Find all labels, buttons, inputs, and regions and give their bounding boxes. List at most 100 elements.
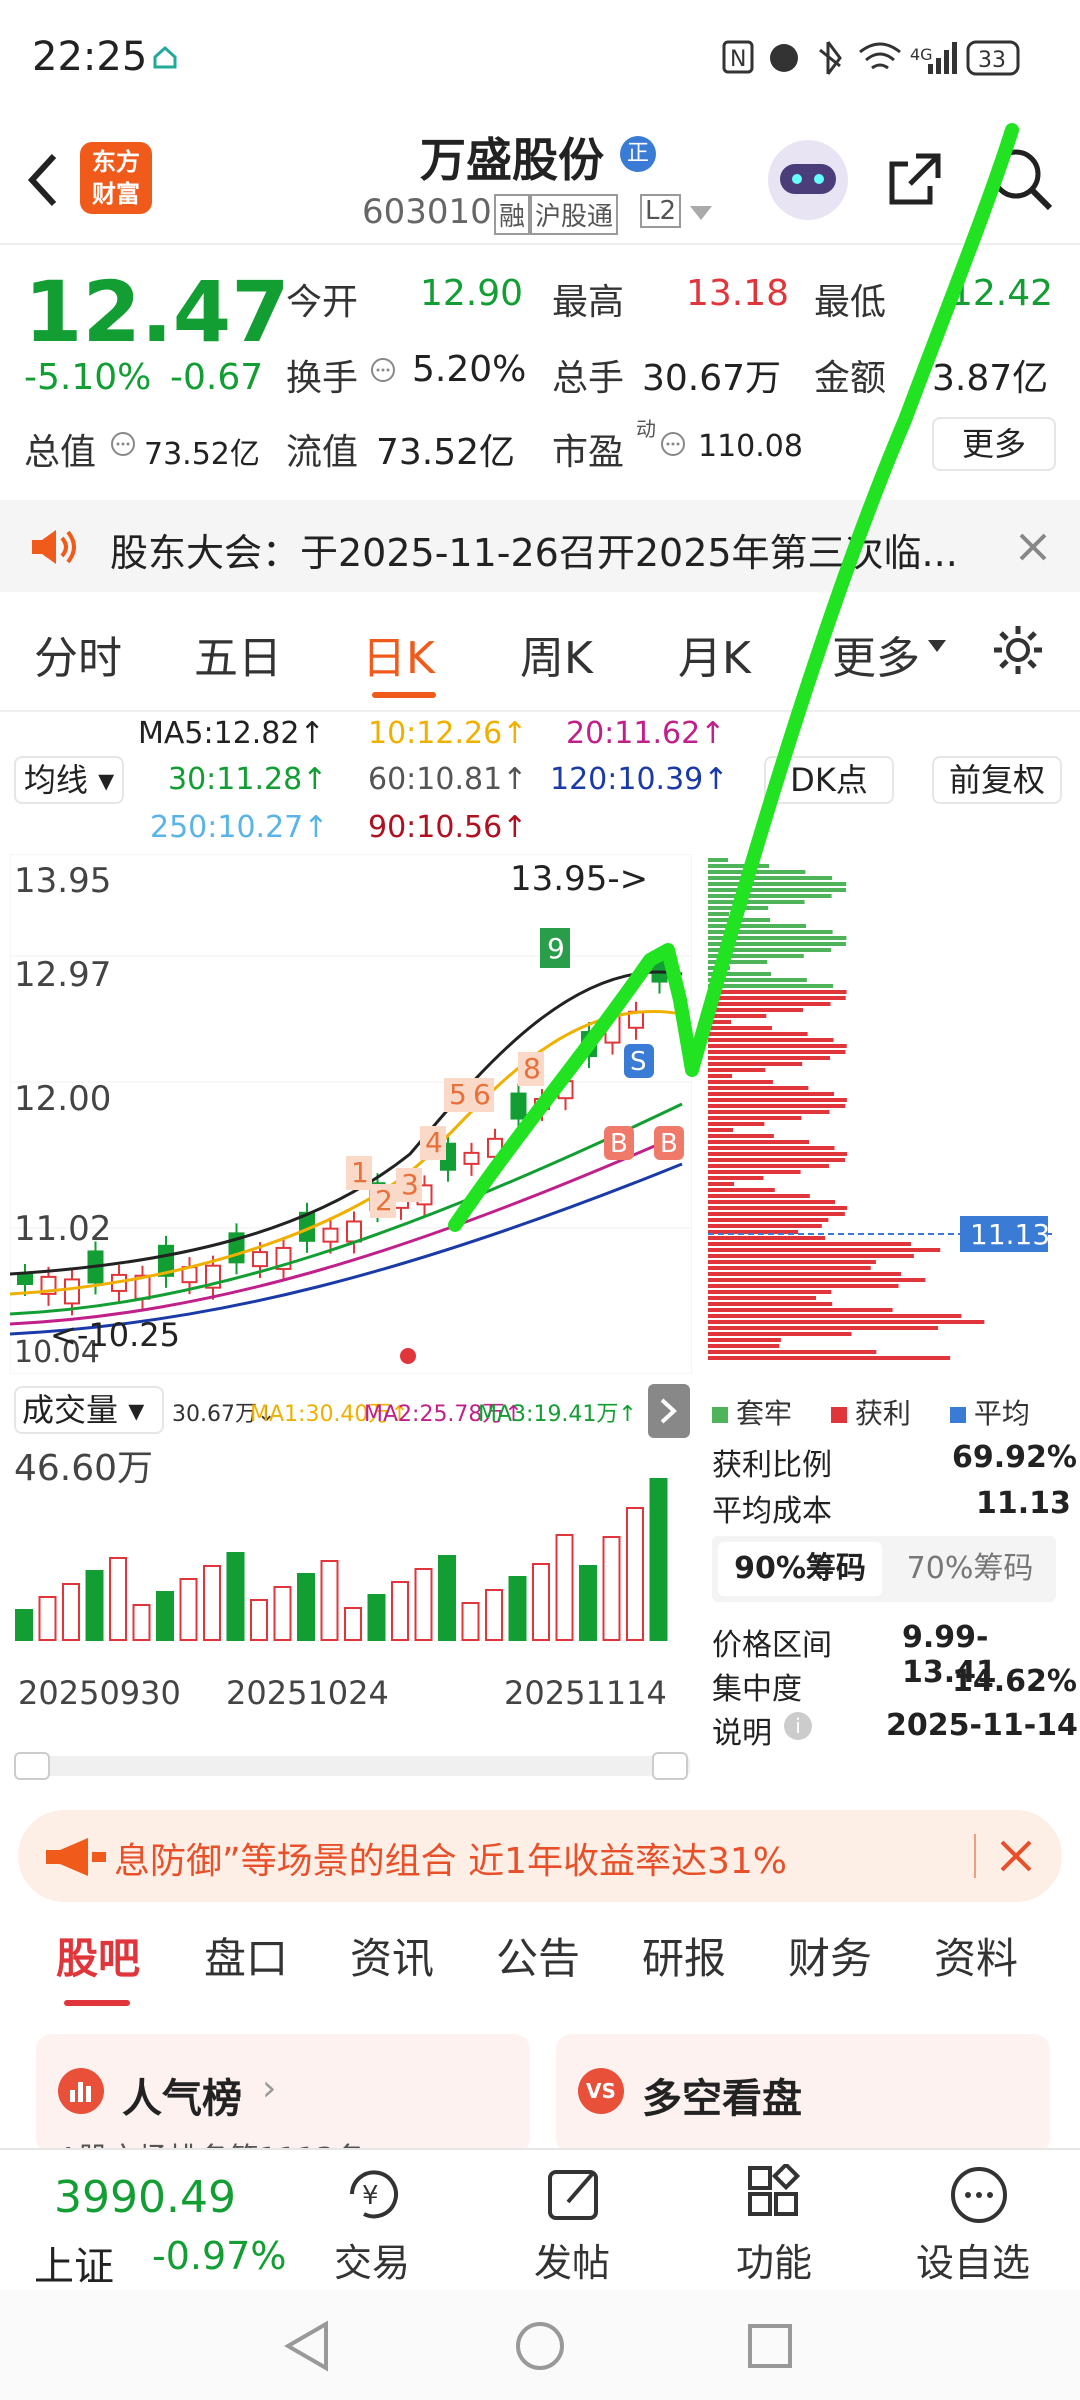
range-scrollbar[interactable] xyxy=(14,1752,690,1780)
chip-bar xyxy=(708,1026,772,1030)
chip-bar xyxy=(708,1092,835,1096)
recents-icon[interactable] xyxy=(746,2322,794,2370)
stock-name: 万盛股份 xyxy=(420,133,604,187)
caret-down-icon[interactable] xyxy=(928,640,946,652)
eastmoney-logo[interactable]: 东方 财富 xyxy=(80,142,152,214)
chip-bar xyxy=(708,1080,773,1084)
tab-profile[interactable]: 资料 xyxy=(934,1925,1018,1986)
volume-chart[interactable]: 46.60万 xyxy=(10,1440,692,1658)
nav-functions[interactable]: 功能 xyxy=(736,2232,812,2287)
ma-selector[interactable]: 均线 ▾ xyxy=(14,756,124,804)
period-tabs: 分时 五日 日K 周K 月K 更多 xyxy=(0,592,1080,712)
event-marker xyxy=(400,1348,416,1364)
kline-chart[interactable]: 13.95 12.97 12.00 11.02 10.04 13.95-> <-… xyxy=(10,854,692,1374)
notice-bar[interactable]: 股东大会：于2025-11-26召开2025年第三次临... xyxy=(0,500,1080,592)
chip-bar xyxy=(708,1068,766,1072)
nav-trade[interactable]: 交易 xyxy=(334,2232,410,2287)
adjust-button[interactable]: 前复权 xyxy=(932,756,1062,804)
info-icon[interactable] xyxy=(660,431,686,457)
volume-bar xyxy=(414,1568,433,1641)
dk-point-button[interactable]: DK点 xyxy=(764,756,894,804)
tab-finance[interactable]: 财务 xyxy=(788,1925,872,1986)
chip-bar xyxy=(708,1308,893,1312)
index-value[interactable]: 3990.49 xyxy=(54,2172,236,2223)
settings-icon[interactable] xyxy=(990,622,1046,678)
tab-research[interactable]: 研报 xyxy=(642,1925,726,1986)
popularity-card[interactable]: 人气榜 › A股市场排名第1113名 xyxy=(36,2034,530,2154)
chip-bar xyxy=(708,1236,826,1240)
ma10-value: 10:12.26↑ xyxy=(368,716,528,751)
more-button[interactable]: 更多 xyxy=(932,417,1056,471)
chip-bar xyxy=(708,1218,829,1222)
home-circle-icon[interactable] xyxy=(514,2320,566,2372)
chip-distribution[interactable]: 11.13 xyxy=(708,854,1052,1374)
tab-intraday[interactable]: 分时 xyxy=(34,622,122,686)
more-circle-icon[interactable] xyxy=(948,2164,1010,2226)
info-icon[interactable]: i xyxy=(784,1712,812,1740)
post-icon[interactable] xyxy=(544,2164,606,2226)
promo-banner[interactable]: 息防御”等场景的组合 近1年收益率达31% xyxy=(18,1810,1062,1902)
bull-bear-card[interactable]: VS 多空看盘 xyxy=(556,2034,1050,2154)
volume-bar xyxy=(367,1594,386,1641)
tab-more[interactable]: 更多 xyxy=(832,622,920,686)
chip-bar xyxy=(708,954,804,958)
chip-bar xyxy=(708,894,832,898)
chip-bar xyxy=(708,1266,871,1270)
range-handle-right[interactable] xyxy=(652,1752,688,1780)
indicator-selector[interactable]: 成交量 ▾ xyxy=(14,1386,164,1434)
share-icon[interactable] xyxy=(882,146,948,212)
tab-chip-90[interactable]: 90%筹码 xyxy=(718,1542,882,1596)
search-icon[interactable] xyxy=(986,144,1056,214)
trade-icon[interactable]: ¥ xyxy=(342,2164,404,2226)
chip-bar xyxy=(708,900,805,904)
svg-text:B: B xyxy=(610,1129,628,1159)
high-value: 13.18 xyxy=(686,273,790,314)
chip-bar xyxy=(708,918,771,922)
verified-badge: 正 xyxy=(620,136,656,172)
index-change[interactable]: -0.97% xyxy=(152,2234,286,2278)
amount-value: 3.87亿 xyxy=(932,358,1049,399)
nav-add-watchlist[interactable]: 设自选 xyxy=(916,2232,1030,2287)
chip-bar xyxy=(708,882,847,886)
close-icon[interactable] xyxy=(998,1838,1034,1874)
volume-bar xyxy=(344,1607,362,1641)
back-arrow-icon[interactable] xyxy=(22,150,62,210)
ma120-value: 120:10.39↑ xyxy=(550,762,729,797)
chip-bar xyxy=(708,1242,911,1246)
close-icon[interactable] xyxy=(1018,532,1048,562)
tab-weekly-k[interactable]: 周K xyxy=(520,622,593,686)
chip-bar xyxy=(708,1038,834,1042)
concentration-value: 14.62% xyxy=(952,1664,1077,1699)
chevron-right-icon: › xyxy=(262,2068,277,2109)
tab-chip-70[interactable]: 70%筹码 xyxy=(888,1542,1052,1596)
info-icon[interactable] xyxy=(110,431,136,457)
candle xyxy=(252,1251,268,1268)
chip-bar xyxy=(708,1200,835,1204)
turnover-label: 换手 xyxy=(286,358,359,399)
chip-bar xyxy=(708,1002,831,1006)
tag-l2[interactable]: L2 xyxy=(640,194,682,228)
functions-icon[interactable] xyxy=(744,2164,806,2226)
tab-announcements[interactable]: 公告 xyxy=(496,1925,580,1986)
tab-daily-k[interactable]: 日K xyxy=(362,622,435,686)
range-handle-left[interactable] xyxy=(14,1752,50,1780)
volume-bar xyxy=(179,1578,198,1641)
tab-forum[interactable]: 股吧 xyxy=(56,1925,140,1986)
title-bar: 东方 财富 万盛股份 正 603010 融 沪股通 L2 xyxy=(0,110,1080,245)
tab-monthly-k[interactable]: 月K xyxy=(678,622,751,686)
tab-news[interactable]: 资讯 xyxy=(350,1925,434,1986)
chart-icon xyxy=(58,2068,104,2114)
expand-arrow-icon[interactable] xyxy=(648,1384,690,1438)
tab-orderbook[interactable]: 盘口 xyxy=(204,1925,288,1986)
info-icon[interactable] xyxy=(370,357,396,383)
volume-bar xyxy=(132,1604,151,1641)
back-icon[interactable] xyxy=(282,2320,332,2372)
index-name[interactable]: 上证 xyxy=(34,2234,114,2292)
caret-down-icon[interactable] xyxy=(690,206,712,220)
tab-five-day[interactable]: 五日 xyxy=(194,622,282,686)
assistant-avatar[interactable] xyxy=(768,140,848,220)
ma5-value: MA5:12.82↑ xyxy=(138,716,325,751)
volume-bar xyxy=(320,1560,339,1641)
nav-post[interactable]: 发帖 xyxy=(534,2232,610,2287)
min-price-label: <-10.25 xyxy=(50,1316,180,1354)
